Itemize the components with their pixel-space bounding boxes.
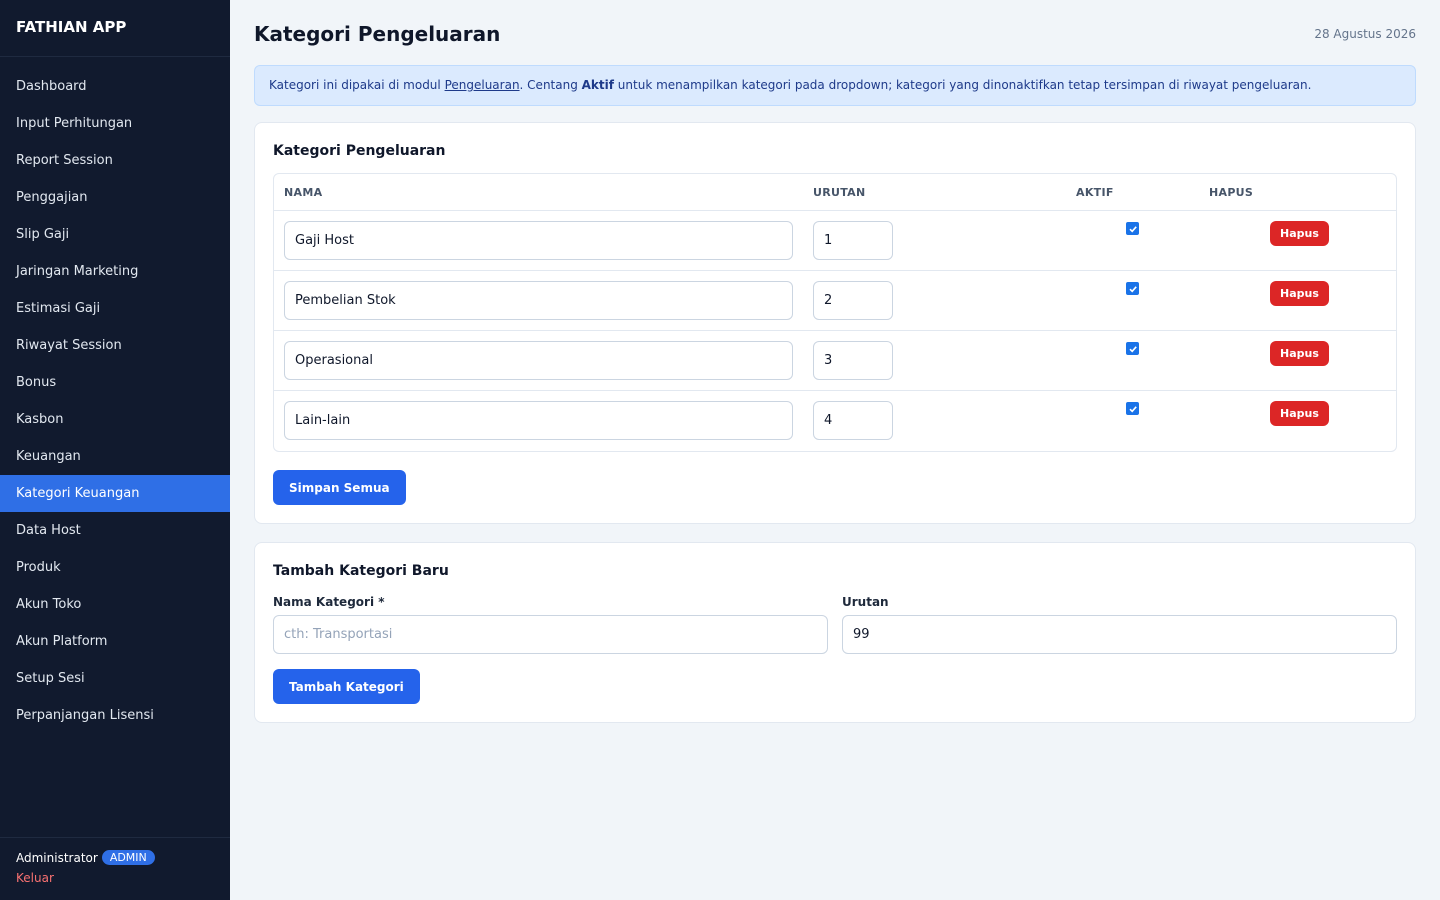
card-title-add: Tambah Kategori Baru [273,563,449,579]
sidebar-footer: Administrator ADMIN Keluar [0,837,230,900]
role-badge: ADMIN [101,850,155,865]
info-bold-aktif: Aktif [581,78,614,92]
check-icon [1128,285,1137,292]
sidebar-item-produk[interactable]: Produk [0,549,230,586]
sidebar-item-dashboard[interactable]: Dashboard [0,68,230,105]
new-category-order-input[interactable] [842,615,1397,654]
sidebar-item-report-session[interactable]: Report Session [0,142,230,179]
category-order-input[interactable] [813,341,893,380]
app-brand: FATHIAN APP [0,0,230,57]
col-header-order: URUTAN [813,186,866,199]
info-text-1: Kategori ini dipakai di modul [269,78,445,92]
active-checkbox[interactable] [1126,342,1139,355]
info-text-2: . Centang [519,78,582,92]
table-row: Hapus [274,331,1396,391]
category-name-input[interactable] [284,341,793,380]
category-order-label: Urutan [842,595,889,609]
add-category-button[interactable]: Tambah Kategori [273,669,420,704]
sidebar-item-penggajian[interactable]: Penggajian [0,179,230,216]
save-all-button[interactable]: Simpan Semua [273,470,406,505]
delete-button[interactable]: Hapus [1270,401,1329,426]
check-icon [1128,225,1137,232]
check-icon [1128,345,1137,352]
sidebar-item-jaringan-marketing[interactable]: Jaringan Marketing [0,253,230,290]
table-row: Hapus [274,211,1396,271]
col-header-name: NAMA [284,186,323,199]
table-row: Hapus [274,391,1396,451]
category-order-input[interactable] [813,281,893,320]
active-checkbox[interactable] [1126,402,1139,415]
new-category-name-input[interactable] [273,615,828,654]
sidebar-nav: Dashboard Input Perhitungan Report Sessi… [0,57,230,734]
card-title-list: Kategori Pengeluaran [273,143,446,159]
info-alert: Kategori ini dipakai di modul Pengeluara… [254,65,1416,106]
delete-button[interactable]: Hapus [1270,341,1329,366]
category-list-card: Kategori Pengeluaran NAMA URUTAN AKTIF H… [254,122,1416,524]
add-category-card: Tambah Kategori Baru Nama Kategori * Uru… [254,542,1416,723]
sidebar: FATHIAN APP Dashboard Input Perhitungan … [0,0,230,900]
user-info: Administrator ADMIN [16,850,214,865]
pengeluaran-link[interactable]: Pengeluaran [445,78,520,92]
page-date: 28 Agustus 2026 [1314,27,1416,41]
delete-button[interactable]: Hapus [1270,221,1329,246]
category-table: NAMA URUTAN AKTIF HAPUS Hapus Hapus [273,173,1397,452]
sidebar-item-input-perhitungan[interactable]: Input Perhitungan [0,105,230,142]
category-name-label: Nama Kategori * [273,595,385,609]
logout-link[interactable]: Keluar [16,871,214,885]
page-title: Kategori Pengeluaran [254,22,501,46]
sidebar-item-setup-sesi[interactable]: Setup Sesi [0,660,230,697]
sidebar-item-bonus[interactable]: Bonus [0,364,230,401]
sidebar-item-kategori-keuangan[interactable]: Kategori Keuangan [0,475,230,512]
category-name-input[interactable] [284,401,793,440]
main-content: Kategori Pengeluaran 28 Agustus 2026 Kat… [230,0,1440,900]
user-name: Administrator [16,850,98,865]
sidebar-item-riwayat-session[interactable]: Riwayat Session [0,327,230,364]
col-header-active: AKTIF [1076,186,1114,199]
category-name-input[interactable] [284,221,793,260]
info-text-3: untuk menampilkan kategori pada dropdown… [613,78,1312,92]
sidebar-item-data-host[interactable]: Data Host [0,512,230,549]
active-checkbox[interactable] [1126,282,1139,295]
category-order-input[interactable] [813,221,893,260]
col-header-delete: HAPUS [1209,186,1254,199]
sidebar-item-keuangan[interactable]: Keuangan [0,438,230,475]
sidebar-item-estimasi-gaji[interactable]: Estimasi Gaji [0,290,230,327]
sidebar-item-perpanjangan-lisensi[interactable]: Perpanjangan Lisensi [0,697,230,734]
delete-button[interactable]: Hapus [1270,281,1329,306]
sidebar-item-slip-gaji[interactable]: Slip Gaji [0,216,230,253]
sidebar-item-akun-platform[interactable]: Akun Platform [0,623,230,660]
sidebar-item-kasbon[interactable]: Kasbon [0,401,230,438]
check-icon [1128,405,1137,412]
active-checkbox[interactable] [1126,222,1139,235]
category-order-input[interactable] [813,401,893,440]
sidebar-item-akun-toko[interactable]: Akun Toko [0,586,230,623]
category-name-input[interactable] [284,281,793,320]
table-row: Hapus [274,271,1396,331]
table-header: NAMA URUTAN AKTIF HAPUS [274,174,1396,211]
